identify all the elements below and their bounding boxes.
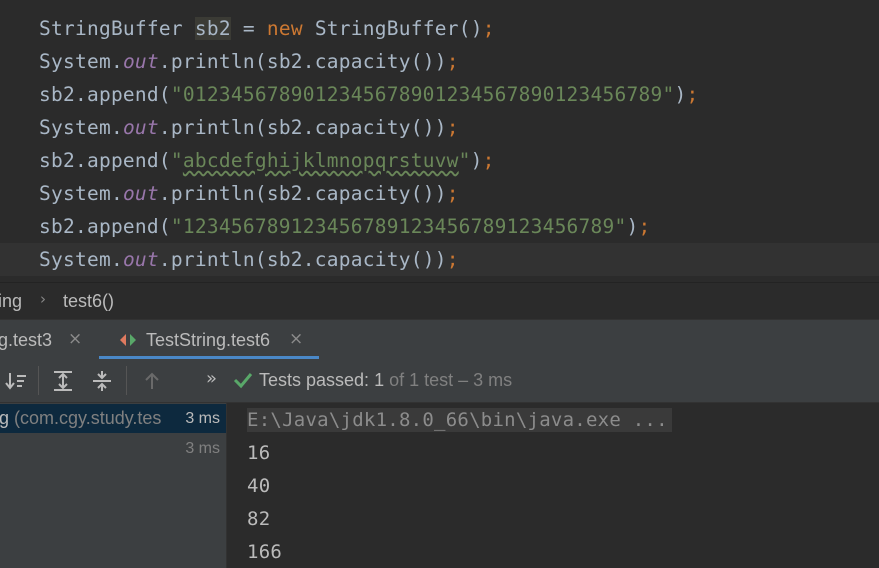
test-tree: g (com.cgy.study.tes 3 ms 3 ms	[0, 403, 226, 568]
breadcrumb-separator-icon: ›	[40, 290, 46, 308]
status-prefix: Tests passed:	[259, 370, 375, 390]
code-line-8-current[interactable]: System.out.println(sb2.capacity());	[0, 243, 879, 276]
console-line: 40	[247, 475, 271, 497]
code-token: "	[458, 149, 471, 172]
code-line-1[interactable]: StringBuffer sb2 = new StringBuffer();	[0, 12, 879, 45]
code-token: .println(sb2.capacity())	[158, 182, 447, 205]
code-token: new	[266, 17, 303, 40]
code-text: System.out.println(sb2.capacity());	[39, 116, 459, 140]
code-line-6[interactable]: System.out.println(sb2.capacity());	[0, 177, 879, 210]
code-token: sb2.append(	[39, 149, 171, 172]
code-token: "	[170, 149, 183, 172]
code-line-2[interactable]: System.out.println(sb2.capacity());	[0, 45, 879, 78]
code-text: sb2.append("1234567891234567891234567891…	[39, 215, 651, 239]
console-line: 166	[247, 541, 283, 563]
sort-icon[interactable]	[4, 369, 28, 393]
code-text: System.out.println(sb2.capacity());	[39, 182, 459, 206]
code-token: .println(sb2.capacity())	[158, 116, 447, 139]
code-token: StringBuffer()	[302, 17, 483, 40]
code-token: ;	[446, 116, 459, 139]
code-token: sb2	[194, 17, 231, 40]
tab-label: g.test3	[0, 330, 53, 350]
console-line: 82	[247, 508, 271, 530]
test-toolbar: » Tests passed: 1 of 1 test – 3 ms	[0, 359, 879, 403]
code-token: System.	[39, 116, 123, 139]
code-token: =	[230, 17, 267, 40]
code-text: sb2.append("abcdefghijklmnopqrstuvw");	[39, 149, 495, 173]
code-editor[interactable]: StringBuffer sb2 = new StringBuffer(); S…	[0, 0, 879, 282]
status-suffix: of 1 test – 3 ms	[384, 370, 513, 390]
tree-row-child[interactable]: 3 ms	[0, 434, 226, 463]
arrow-up-icon[interactable]	[140, 369, 164, 393]
tab-test3[interactable]: g.test3 ×	[0, 320, 98, 360]
code-token: abcdefghijklmnopqrstuvw	[182, 149, 459, 172]
code-token: out	[122, 248, 159, 271]
tree-row-label: g (com.cgy.study.tes	[0, 408, 161, 429]
code-token: ;	[482, 17, 495, 40]
toolbar-separator	[38, 366, 39, 395]
code-text: System.out.println(sb2.capacity());	[39, 248, 459, 272]
code-token: )	[470, 149, 483, 172]
console-line: 16	[247, 442, 271, 464]
code-token: System.	[39, 248, 123, 271]
code-token: out	[122, 182, 159, 205]
code-text: System.out.println(sb2.capacity());	[39, 50, 459, 74]
toolbar-separator	[126, 366, 127, 395]
console-command: E:\Java\jdk1.8.0_66\bin\java.exe ...	[247, 408, 672, 432]
code-line-7[interactable]: sb2.append("1234567891234567891234567891…	[0, 210, 879, 243]
code-text: StringBuffer sb2 = new StringBuffer();	[39, 17, 495, 41]
code-token: )	[626, 215, 639, 238]
close-icon[interactable]: ×	[68, 329, 82, 349]
code-token: System.	[39, 182, 123, 205]
code-token: out	[122, 116, 159, 139]
breadcrumb: ing › test6()	[0, 282, 879, 320]
code-token: ;	[638, 215, 651, 238]
code-token: .println(sb2.capacity())	[158, 248, 447, 271]
close-icon[interactable]: ×	[289, 329, 303, 349]
run-config-icon	[120, 334, 136, 346]
code-token: out	[122, 50, 159, 73]
code-token: StringBuffer	[39, 17, 195, 40]
tree-row-time: 3 ms	[181, 410, 220, 428]
tree-row-time: 3 ms	[185, 440, 220, 457]
tree-row-root[interactable]: g (com.cgy.study.tes 3 ms	[0, 404, 226, 433]
code-token: .println(sb2.capacity())	[158, 50, 447, 73]
code-line-4[interactable]: System.out.println(sb2.capacity());	[0, 111, 879, 144]
code-token: ;	[446, 50, 459, 73]
code-token: "123456789123456789123456789123456789"	[170, 215, 627, 238]
tree-class-name: g	[0, 408, 10, 428]
test-status: Tests passed: 1 of 1 test – 3 ms	[259, 370, 512, 391]
code-line-3[interactable]: sb2.append("0123456789012345678901234567…	[0, 78, 879, 111]
code-text: sb2.append("0123456789012345678901234567…	[39, 83, 698, 107]
tab-test6[interactable]: TestString.test6 ×	[99, 320, 319, 360]
ide-window: StringBuffer sb2 = new StringBuffer(); S…	[0, 0, 879, 568]
code-token: ;	[446, 248, 459, 271]
tree-package: (com.cgy.study.tes	[9, 408, 162, 428]
code-token: sb2.append(	[39, 215, 171, 238]
code-token: sb2.append(	[39, 83, 171, 106]
code-token: ;	[446, 182, 459, 205]
code-token: ;	[686, 83, 699, 106]
expand-all-icon[interactable]	[51, 369, 75, 393]
status-count: 1	[374, 370, 385, 390]
code-token: )	[674, 83, 687, 106]
tab-label: TestString.test6	[146, 330, 271, 350]
collapse-all-icon[interactable]	[90, 369, 114, 393]
code-token: System.	[39, 50, 123, 73]
code-token: "012345678901234567890123456789012345678…	[170, 83, 675, 106]
more-chevron-icon[interactable]: »	[206, 368, 217, 389]
code-line-5[interactable]: sb2.append("abcdefghijklmnopqrstuvw");	[0, 144, 879, 177]
check-icon	[233, 373, 253, 389]
run-tabs: g.test3 × TestString.test6 ×	[0, 319, 879, 360]
breadcrumb-method[interactable]: test6()	[63, 291, 114, 312]
code-token: ;	[482, 149, 495, 172]
breadcrumb-class[interactable]: ing	[0, 291, 22, 312]
console-output[interactable]: E:\Java\jdk1.8.0_66\bin\java.exe ... 16 …	[227, 403, 879, 568]
